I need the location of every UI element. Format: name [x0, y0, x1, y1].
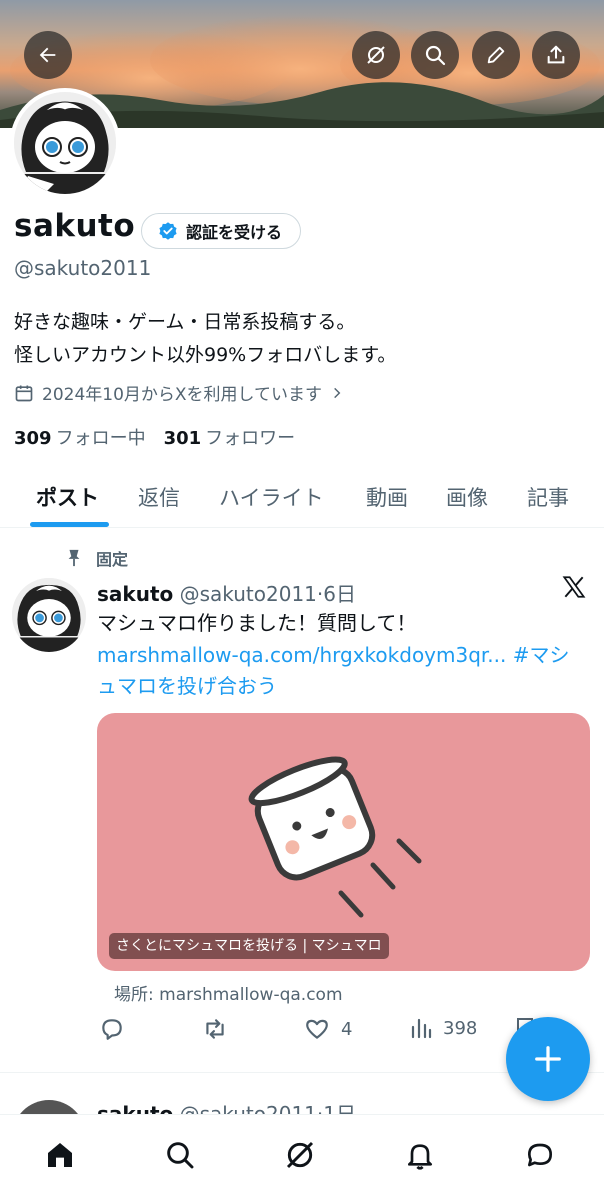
post-author-handle[interactable]: @sakuto2011 — [180, 582, 317, 606]
post-header: sakuto @sakuto2011·6日 — [97, 578, 356, 607]
calendar-icon — [15, 385, 33, 401]
nav-messages[interactable] — [520, 1135, 560, 1175]
profile-tabs: ポスト 返信 ハイライト 動画 画像 記事 — [0, 466, 604, 528]
nav-search[interactable] — [160, 1135, 200, 1175]
view-count: 398 — [443, 1017, 478, 1039]
grok-icon — [367, 46, 385, 64]
views-button[interactable]: 398 — [409, 1016, 477, 1040]
back-arrow-icon — [39, 47, 56, 63]
bio-line-1: 好きな趣味・ゲーム・日常系投稿する。 — [14, 311, 356, 333]
get-verified-label: 認証を受ける — [186, 223, 283, 242]
share-icon — [547, 45, 565, 64]
avatar-character-image — [14, 92, 116, 194]
joined-text: 2024年10月からXを利用しています — [42, 385, 323, 405]
avatar-character-image — [12, 578, 86, 652]
card-title: さくとにマシュマロを投げる | マシュマロ — [109, 933, 389, 959]
profile-name: sakuto — [14, 208, 136, 244]
following-count: 309 — [14, 428, 52, 449]
x-logo-icon[interactable] — [560, 574, 588, 604]
reply-button[interactable] — [99, 1016, 125, 1042]
nav-notifications[interactable] — [400, 1135, 440, 1175]
post-author-name[interactable]: sakuto — [97, 582, 173, 606]
nav-grok[interactable] — [280, 1135, 320, 1175]
post-text: マシュマロ作りました！質問して！ — [97, 611, 417, 635]
bottom-navigation — [0, 1114, 604, 1200]
views-chart-icon — [411, 1018, 432, 1039]
followers-label: フォロワー — [205, 428, 296, 449]
tab-highlights[interactable]: ハイライト — [219, 482, 324, 512]
chevron-right-icon — [334, 387, 341, 398]
repost-icon — [206, 1019, 224, 1039]
followers-count: 301 — [163, 428, 202, 449]
follow-stats: 309 フォロー中 301 フォロワー — [14, 424, 295, 450]
grok-icon — [286, 1141, 314, 1169]
edit-icon — [487, 46, 505, 64]
followers-link[interactable]: 301 フォロワー — [164, 424, 296, 450]
like-count: 4 — [341, 1018, 353, 1040]
search-icon — [425, 45, 446, 66]
messages-icon — [528, 1143, 552, 1167]
profile-handle: @sakuto2011 — [14, 256, 152, 280]
tab-videos[interactable]: 動画 — [366, 482, 408, 512]
bio-line-2: 怪しいアカウント以外99%フォロバします。 — [14, 344, 397, 366]
heart-icon — [306, 1019, 328, 1039]
card-source[interactable]: 場所: marshmallow-qa.com — [114, 980, 343, 1005]
reply-icon — [102, 1019, 122, 1040]
edit-button[interactable] — [472, 31, 520, 79]
verified-badge-icon — [159, 222, 177, 240]
profile-avatar[interactable] — [10, 88, 120, 198]
get-verified-button[interactable]: 認証を受ける — [141, 213, 302, 249]
tab-replies[interactable]: 返信 — [138, 482, 180, 512]
plus-icon — [535, 1046, 561, 1072]
compose-post-button[interactable] — [506, 1017, 590, 1101]
post-time[interactable]: 6日 — [323, 582, 356, 606]
pinned-indicator: 固定 — [66, 546, 128, 570]
nav-home[interactable] — [40, 1135, 80, 1175]
search-button[interactable] — [411, 31, 459, 79]
joined-date[interactable]: 2024年10月からXを利用しています — [14, 380, 344, 405]
following-link[interactable]: 309 フォロー中 — [14, 424, 146, 450]
profile-bio: 好きな趣味・ゲーム・日常系投稿する。 怪しいアカウント以外99%フォロバします。 — [14, 306, 396, 372]
notifications-icon — [408, 1144, 432, 1170]
tab-posts[interactable]: ポスト — [36, 482, 99, 512]
repost-button[interactable] — [201, 1016, 229, 1042]
search-icon — [167, 1142, 194, 1169]
back-button[interactable] — [24, 31, 72, 79]
pin-icon — [68, 549, 80, 567]
post-link[interactable]: marshmallow-qa.com/hrgxkokdoym3qr... #マシ… — [97, 640, 587, 702]
share-button[interactable] — [532, 31, 580, 79]
home-icon — [48, 1143, 72, 1167]
post-author-avatar[interactable] — [12, 578, 86, 652]
like-button[interactable]: 4 — [303, 1016, 352, 1042]
tab-photos[interactable]: 画像 — [446, 482, 488, 512]
following-label: フォロー中 — [55, 428, 146, 449]
pinned-label: 固定 — [96, 550, 129, 569]
active-tab-indicator — [30, 522, 109, 527]
link-preview-card[interactable]: さくとにマシュマロを投げる | マシュマロ — [97, 713, 590, 971]
grok-button[interactable] — [352, 31, 400, 79]
tab-articles[interactable]: 記事 — [527, 482, 569, 512]
